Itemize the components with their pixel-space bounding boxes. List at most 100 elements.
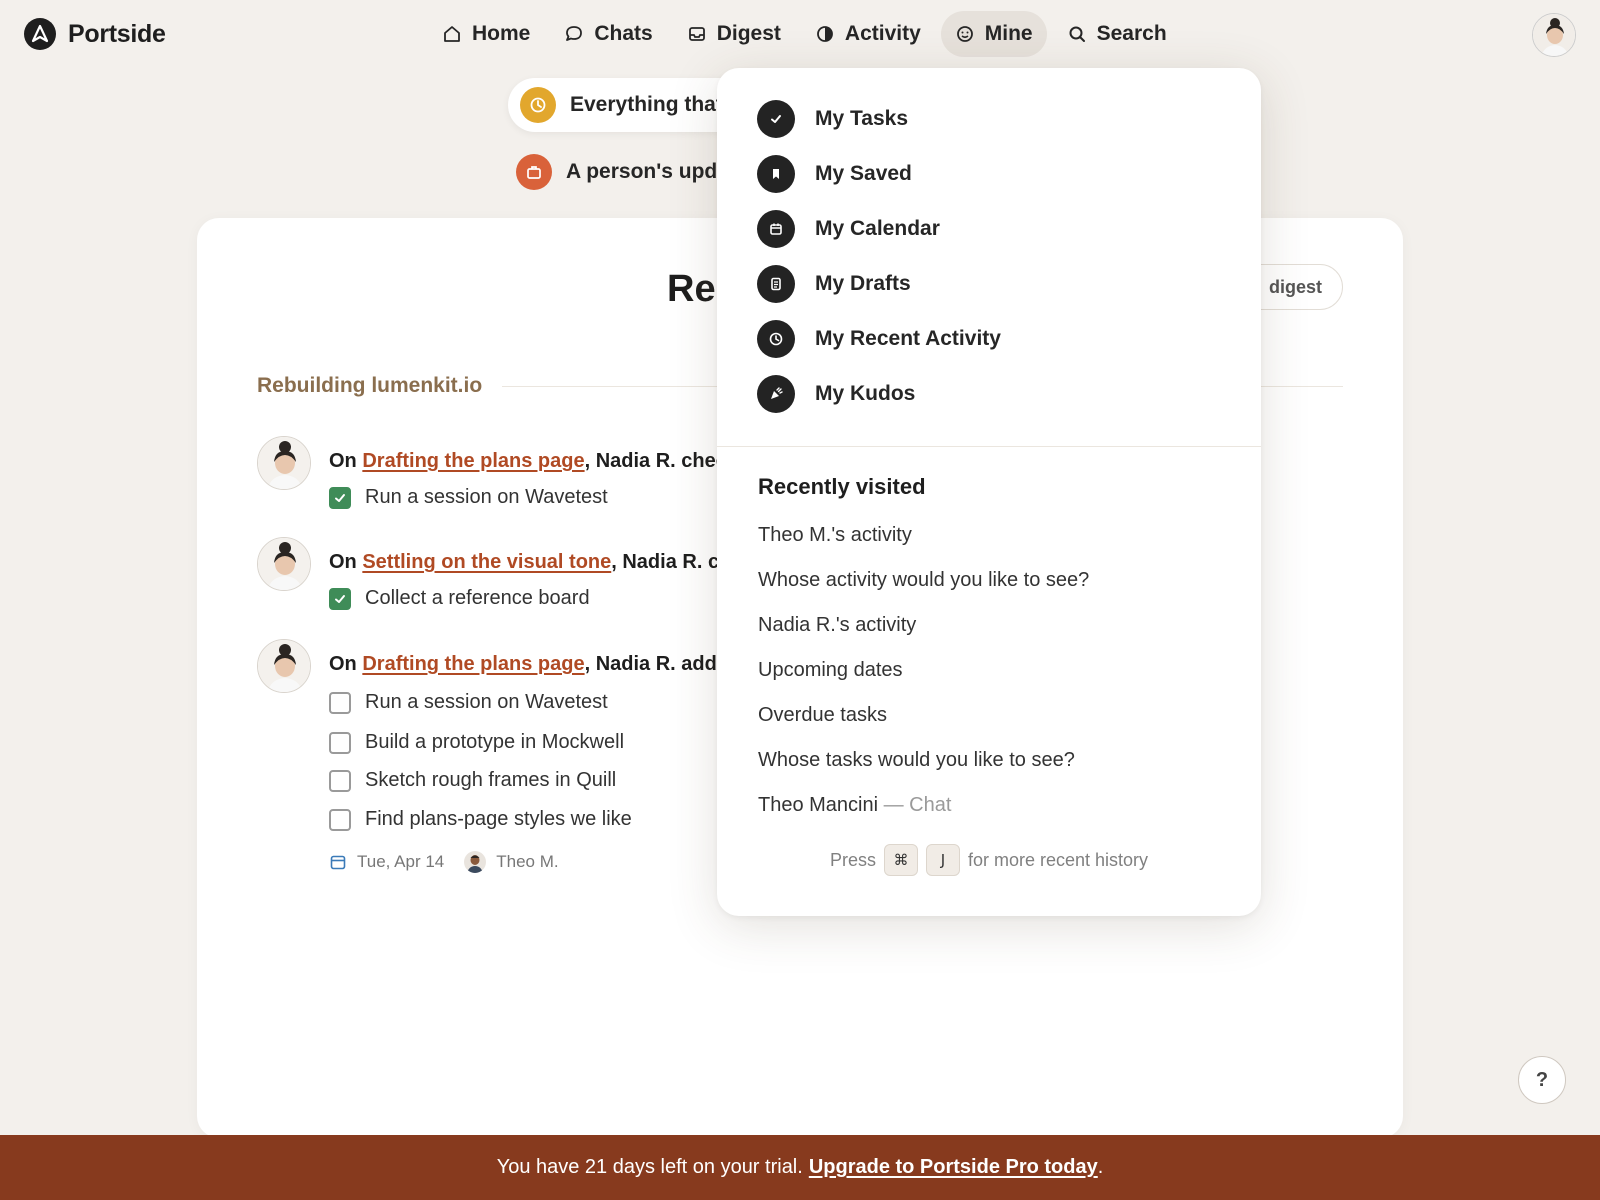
j-key: J bbox=[925, 844, 960, 876]
task-label: Sketch rough frames in Quill bbox=[365, 769, 617, 791]
entry-prefix: On bbox=[329, 551, 363, 573]
menu-my-calendar[interactable]: My Calendar bbox=[757, 210, 940, 248]
recently-visited-title: Recently visited bbox=[758, 474, 926, 499]
task-item: Find plans-page styles we like bbox=[329, 808, 632, 831]
menu-divider bbox=[717, 446, 1261, 447]
calendar-icon bbox=[757, 210, 795, 248]
task-item: Collect a reference board bbox=[329, 587, 590, 610]
mine-dropdown: My Tasks My Saved My Calendar My Drafts … bbox=[717, 68, 1261, 916]
recent-link[interactable]: Whose activity would you like to see? bbox=[758, 569, 1089, 592]
document-icon bbox=[757, 265, 795, 303]
task-checkbox[interactable] bbox=[329, 731, 351, 754]
upgrade-link[interactable]: Upgrade to Portside Pro today bbox=[809, 1156, 1098, 1179]
help-label: ? bbox=[1535, 1068, 1549, 1091]
clock-icon bbox=[757, 320, 795, 358]
history-hint: Press ⌘ J for more recent history bbox=[717, 844, 1261, 876]
avatar bbox=[257, 537, 311, 591]
menu-my-recent-activity[interactable]: My Recent Activity bbox=[757, 320, 1001, 358]
entry-text: On Drafting the plans page, Nadia R. che… bbox=[329, 450, 727, 473]
entry-link[interactable]: Drafting the plans page bbox=[362, 450, 584, 472]
task-label: Run a session on Wavetest bbox=[365, 486, 608, 508]
nav-mine-label: Mine bbox=[984, 22, 1033, 45]
entry-suffix: , Nadia R. chec bbox=[584, 450, 727, 472]
task-checkbox[interactable] bbox=[329, 486, 351, 509]
bookmark-icon bbox=[757, 155, 795, 193]
recent-link-sub: — Chat bbox=[878, 794, 952, 816]
trial-period: . bbox=[1097, 1156, 1104, 1178]
task-item: Build a prototype in Mockwell bbox=[329, 731, 624, 754]
menu-my-kudos-label: My Kudos bbox=[815, 382, 916, 405]
avatar bbox=[257, 436, 311, 490]
nav-home-label: Home bbox=[472, 22, 531, 45]
check-icon bbox=[757, 100, 795, 138]
recent-link[interactable]: Whose tasks would you like to see? bbox=[758, 749, 1075, 772]
nav-chats[interactable]: Chats bbox=[550, 11, 666, 57]
task-label: Build a prototype in Mockwell bbox=[365, 731, 625, 753]
nav-mine[interactable]: Mine bbox=[940, 11, 1047, 57]
menu-my-saved[interactable]: My Saved bbox=[757, 155, 912, 193]
menu-my-tasks[interactable]: My Tasks bbox=[757, 100, 908, 138]
entry-prefix: On bbox=[329, 653, 363, 675]
task-checkbox[interactable] bbox=[329, 587, 351, 610]
assignee-name: Theo M. bbox=[496, 852, 559, 871]
entry-prefix: On bbox=[329, 450, 363, 472]
home-icon bbox=[444, 26, 460, 42]
menu-my-saved-label: My Saved bbox=[815, 162, 912, 185]
pill-person[interactable]: A person's upda bbox=[516, 154, 729, 190]
section-title: Rebuilding lumenkit.io bbox=[257, 374, 483, 397]
user-avatar[interactable] bbox=[1532, 13, 1576, 57]
party-popper-icon bbox=[757, 375, 795, 413]
calendar-icon bbox=[330, 855, 346, 870]
pill-person-label: A person's upda bbox=[566, 160, 729, 183]
entry-text: On Settling on the visual tone, Nadia R.… bbox=[329, 551, 725, 574]
briefcase-icon bbox=[516, 154, 552, 190]
recent-link[interactable]: Theo M.'s activity bbox=[758, 524, 912, 547]
nav-activity-label: Activity bbox=[844, 22, 921, 45]
nav-search-label: Search bbox=[1096, 22, 1167, 45]
recent-link[interactable]: Theo Mancini — Chat bbox=[758, 794, 951, 817]
check-icon bbox=[335, 493, 345, 502]
check-icon bbox=[335, 594, 345, 603]
nav-search[interactable]: Search bbox=[1053, 11, 1181, 57]
task-label: Collect a reference board bbox=[365, 587, 590, 609]
menu-my-drafts[interactable]: My Drafts bbox=[757, 265, 911, 303]
clock-icon bbox=[520, 87, 556, 123]
avatar bbox=[257, 639, 311, 693]
task-checkbox[interactable] bbox=[329, 808, 351, 831]
digest-button-label: digest bbox=[1268, 276, 1322, 297]
top-bar: Portside Home Chats Digest Activity Mine… bbox=[0, 0, 1600, 68]
chat-bubble-icon bbox=[566, 26, 583, 41]
nav-digest-label: Digest bbox=[716, 22, 781, 45]
brand[interactable]: Portside bbox=[24, 18, 166, 50]
command-key: ⌘ bbox=[883, 844, 918, 876]
task-label: Find plans-page styles we like bbox=[365, 808, 632, 830]
recent-link[interactable]: Nadia R.'s activity bbox=[758, 614, 916, 637]
inbox-tray-icon bbox=[688, 27, 705, 41]
entry-link[interactable]: Drafting the plans page bbox=[362, 653, 584, 675]
entry-suffix: , Nadia R. adde bbox=[584, 653, 728, 675]
menu-my-kudos[interactable]: My Kudos bbox=[757, 375, 915, 413]
recent-link[interactable]: Upcoming dates bbox=[758, 659, 903, 682]
menu-my-drafts-label: My Drafts bbox=[815, 272, 911, 295]
recent-link[interactable]: Overdue tasks bbox=[758, 704, 887, 727]
task-item: Run a session on Wavetest bbox=[329, 486, 608, 509]
help-button[interactable]: ? bbox=[1518, 1056, 1566, 1104]
task-label: Run a session on Wavetest bbox=[365, 691, 608, 713]
trial-banner: You have 21 days left on your trial. Upg… bbox=[0, 1135, 1600, 1200]
task-meta: Tue, Apr 14 Theo M. bbox=[329, 851, 559, 873]
nav-chats-label: Chats bbox=[594, 22, 653, 45]
pill-everything-label: Everything that bbox=[570, 93, 723, 116]
menu-my-recent-activity-label: My Recent Activity bbox=[815, 327, 1001, 350]
task-checkbox[interactable] bbox=[329, 769, 351, 792]
main-nav: Home Chats Digest Activity Mine Search bbox=[428, 11, 1181, 57]
entry-text: On Drafting the plans page, Nadia R. add… bbox=[329, 653, 728, 676]
portside-logo-icon bbox=[24, 18, 56, 50]
nav-activity[interactable]: Activity bbox=[801, 11, 935, 57]
entry-link[interactable]: Settling on the visual tone bbox=[362, 551, 611, 573]
nav-digest[interactable]: Digest bbox=[673, 11, 795, 57]
assignee-avatar bbox=[464, 851, 487, 873]
task-checkbox[interactable] bbox=[329, 691, 351, 714]
half-circle-icon bbox=[817, 26, 833, 42]
nav-home[interactable]: Home bbox=[428, 11, 544, 57]
hint-rest: for more recent history bbox=[967, 849, 1149, 870]
